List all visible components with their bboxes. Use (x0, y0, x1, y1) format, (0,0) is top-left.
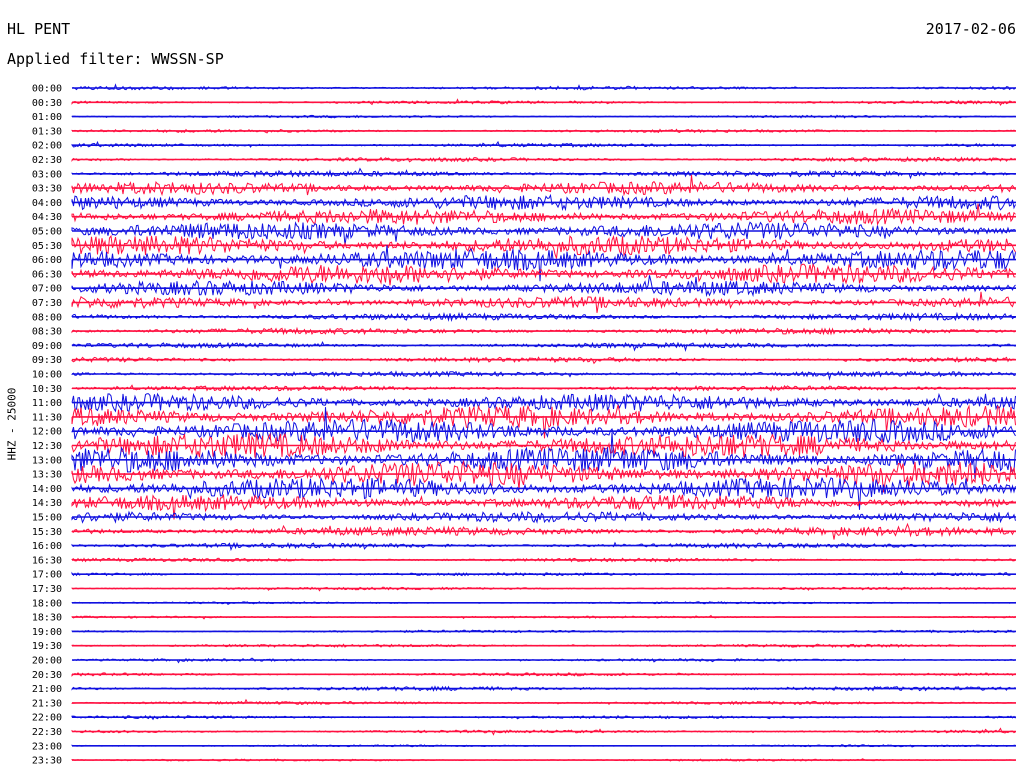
row-time-label: 00:30 (32, 98, 62, 109)
row-time-label: 11:00 (32, 398, 62, 409)
seismic-trace (71, 432, 1016, 480)
seismic-trace (71, 404, 1016, 439)
row-time-label: 07:30 (32, 298, 62, 309)
row-time-label: 13:30 (32, 470, 62, 481)
row-time-label: 16:30 (32, 555, 62, 566)
row-time-label: 06:00 (32, 255, 62, 266)
row-time-label: 21:30 (32, 698, 62, 709)
row-time-label: 19:30 (32, 641, 62, 652)
row-time-label: 01:30 (32, 126, 62, 137)
row-time-label: 10:30 (32, 384, 62, 395)
row-time-label: 10:00 (32, 370, 62, 381)
row-time-label: 15:30 (32, 527, 62, 538)
row-time-label: 03:30 (32, 184, 62, 195)
row-time-label: 20:30 (32, 670, 62, 681)
seismic-trace (71, 174, 1016, 197)
row-time-label: 02:30 (32, 155, 62, 166)
row-time-label: 04:30 (32, 212, 62, 223)
row-time-label: 01:00 (32, 112, 62, 123)
row-time-label: 11:30 (32, 412, 62, 423)
row-time-label: 16:00 (32, 541, 62, 552)
row-time-label: 14:00 (32, 484, 62, 495)
row-time-label: 06:30 (32, 269, 62, 280)
row-time-label: 03:00 (32, 169, 62, 180)
row-time-label: 13:00 (32, 455, 62, 466)
row-time-label: 05:00 (32, 227, 62, 238)
row-time-label: 14:30 (32, 498, 62, 509)
row-time-label: 04:00 (32, 198, 62, 209)
row-time-label: 17:30 (32, 584, 62, 595)
row-time-label: 07:00 (32, 284, 62, 295)
seismic-trace (71, 234, 1016, 259)
row-time-label: 08:00 (32, 312, 62, 323)
row-time-label: 23:00 (32, 741, 62, 752)
row-time-label: 12:30 (32, 441, 62, 452)
row-time-label: 00:00 (32, 84, 62, 95)
row-time-label: 21:00 (32, 684, 62, 695)
seismogram-plot: 00:00 00:30 01:00 01:30 02:00 02:30 03:00 03:30… (32, 83, 1016, 767)
row-time-label: 17:00 (32, 570, 62, 581)
row-time-label: 23:30 (32, 756, 62, 767)
row-time-label: 15:00 (32, 513, 62, 524)
seismic-trace (71, 203, 1016, 227)
row-time-label: 02:00 (32, 141, 62, 152)
row-time-label: 19:00 (32, 627, 62, 638)
row-time-label: 22:00 (32, 713, 62, 724)
seismic-trace (71, 221, 1016, 246)
row-time-label: 20:00 (32, 656, 62, 667)
row-time-label: 09:30 (32, 355, 62, 366)
row-time-label: 12:00 (32, 427, 62, 438)
seismic-trace (71, 370, 1016, 381)
row-time-label: 05:30 (32, 241, 62, 252)
row-time-label: 18:00 (32, 598, 62, 609)
row-time-label: 18:30 (32, 613, 62, 624)
row-time-label: 08:30 (32, 327, 62, 338)
seismic-trace (71, 263, 1016, 286)
row-time-label: 09:00 (32, 341, 62, 352)
row-time-label: 22:30 (32, 727, 62, 738)
